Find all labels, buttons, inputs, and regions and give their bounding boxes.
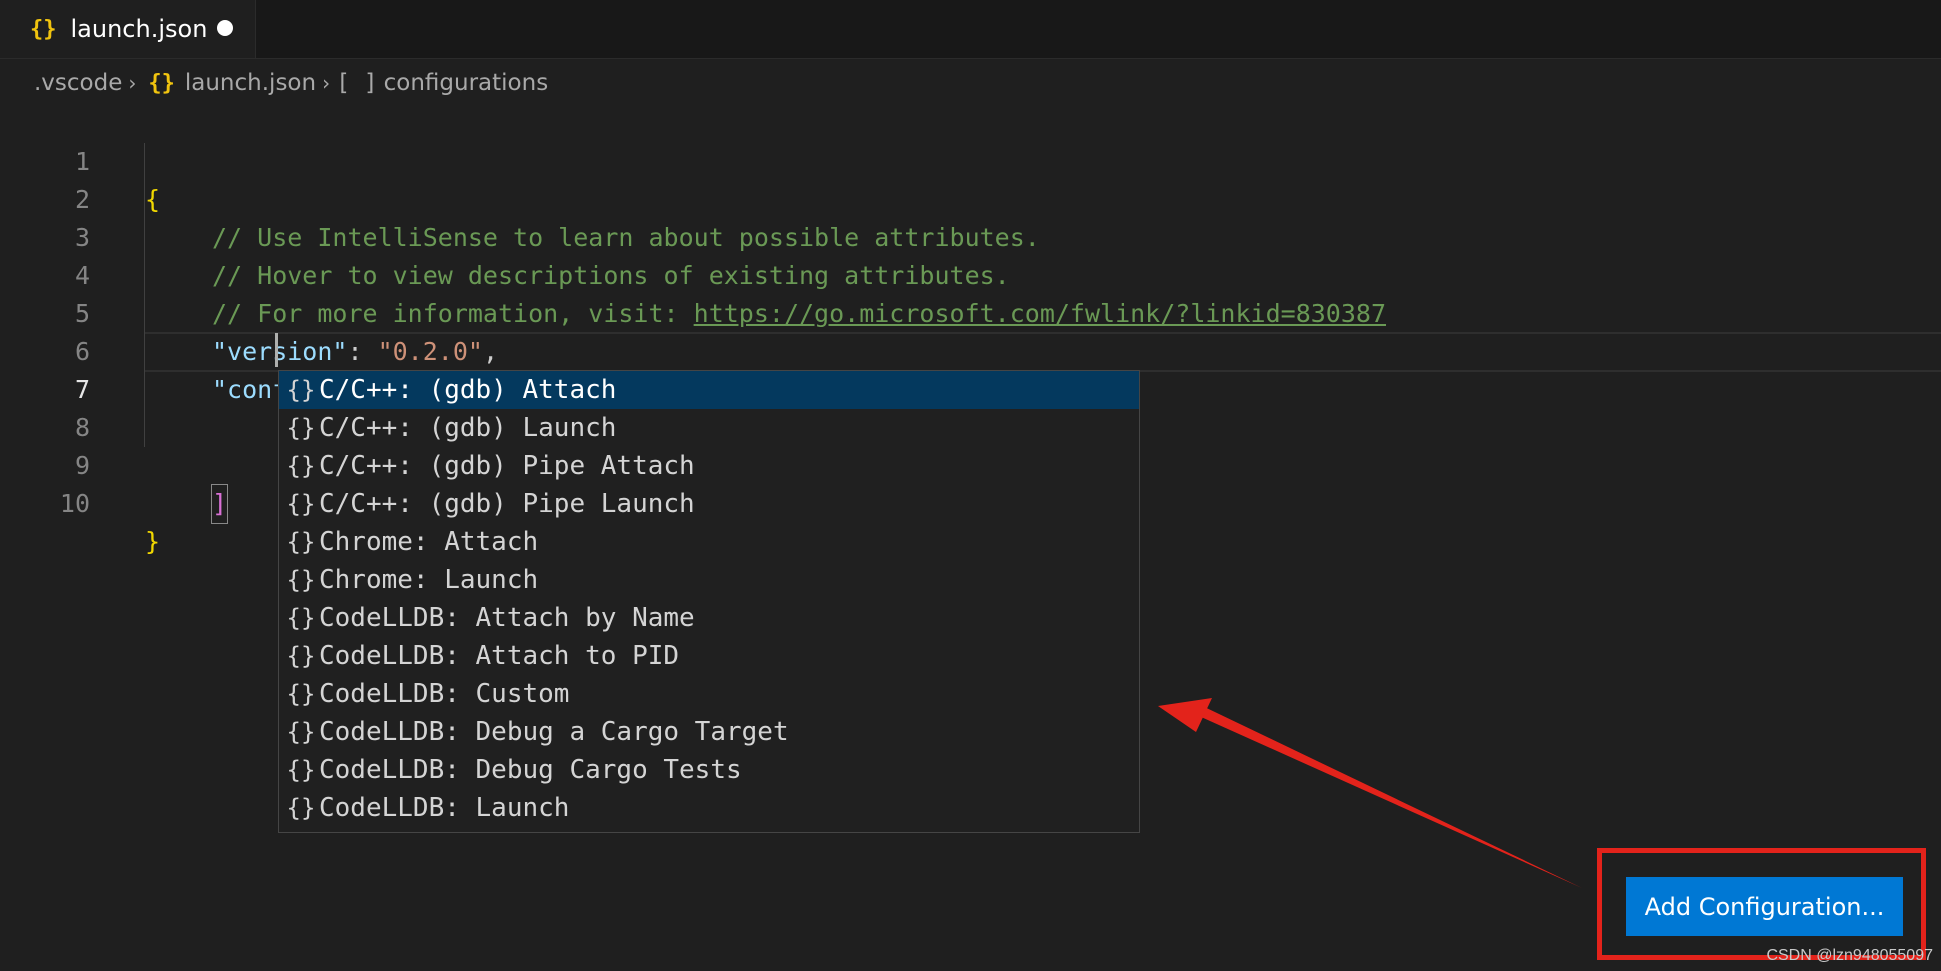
suggestion-item[interactable]: {} CodeLLDB: Launch [279, 789, 1139, 827]
suggestion-item[interactable]: {} CodeLLDB: Attach to PID [279, 637, 1139, 675]
suggestion-item[interactable]: {} CodeLLDB: Attach by Name [279, 599, 1139, 637]
suggestion-label: CodeLLDB: Attach by Name [319, 603, 695, 633]
suggestion-label: C/C++: (gdb) Launch [319, 413, 617, 443]
tab-bar: {} launch.json [0, 0, 1941, 59]
line-number: 10 [59, 489, 90, 518]
suggestion-item[interactable]: {} CodeLLDB: Custom [279, 675, 1139, 713]
breadcrumb: .vscode › {} launch.json › [ ] configura… [34, 64, 548, 102]
suggestion-label: CodeLLDB: Attach to PID [319, 641, 680, 671]
add-configuration-button[interactable]: Add Configuration... [1626, 877, 1903, 936]
suggestion-label: Chrome: Attach [319, 527, 539, 557]
suggestion-label: C/C++: (gdb) Attach [319, 375, 617, 405]
array-symbol-icon: [ ] [336, 70, 378, 96]
code-line: 5 "version": "0.2.0", [0, 257, 1941, 366]
suggestion-item[interactable]: {} Chrome: Launch [279, 561, 1139, 599]
breadcrumb-folder[interactable]: .vscode [34, 70, 122, 96]
json-file-icon: {} [148, 70, 175, 96]
snippet-braces-icon: {} [286, 794, 316, 822]
json-file-icon: {} [30, 16, 57, 42]
suggestion-item[interactable]: {} C/C++: (gdb) Attach [279, 371, 1139, 409]
code-line: 7 [0, 333, 1941, 404]
breadcrumb-file[interactable]: launch.json [185, 70, 316, 96]
suggestion-item[interactable]: {} C/C++: (gdb) Launch [279, 409, 1139, 447]
unsaved-dot-icon[interactable] [217, 20, 233, 36]
snippet-braces-icon: {} [286, 528, 316, 556]
suggestion-label: C/C++: (gdb) Pipe Attach [319, 451, 695, 481]
suggestion-item[interactable]: {} C/C++: (gdb) Pipe Attach [279, 447, 1139, 485]
chevron-right-icon: › [128, 71, 137, 95]
suggestion-item[interactable]: {} C/C++: (gdb) Pipe Launch [279, 485, 1139, 523]
tab-launch-json[interactable]: {} launch.json [0, 0, 256, 58]
text-cursor [275, 333, 278, 367]
suggestion-item[interactable]: {} Chrome: Attach [279, 523, 1139, 561]
snippet-braces-icon: {} [286, 490, 316, 518]
suggestion-item[interactable]: {} CodeLLDB: Debug a Cargo Target [279, 713, 1139, 751]
suggestion-item[interactable]: {} CodeLLDB: Debug Cargo Tests [279, 751, 1139, 789]
close-bracket: ] [210, 484, 229, 524]
chevron-right-icon: › [322, 71, 331, 95]
snippet-braces-icon: {} [286, 414, 316, 442]
code-line: 6 "configurations": [ [0, 295, 1941, 405]
snippet-braces-icon: {} [286, 604, 316, 632]
snippet-braces-icon: {} [286, 718, 316, 746]
breadcrumb-symbol[interactable]: configurations [384, 70, 549, 96]
snippet-braces-icon: {} [286, 566, 316, 594]
code-line: 4 // For more information, visit: https:… [0, 219, 1941, 328]
close-brace: } [145, 527, 161, 556]
watermark: CSDN @lzn948055097 [1766, 947, 1933, 964]
suggestion-label: C/C++: (gdb) Pipe Launch [319, 489, 695, 519]
code-line: 2 // Use IntelliSense to learn about pos… [0, 143, 1941, 252]
code-line: 1 { [0, 105, 1941, 214]
snippet-braces-icon: {} [286, 756, 316, 784]
suggestion-label: CodeLLDB: Launch [319, 793, 570, 823]
snippet-braces-icon: {} [286, 642, 316, 670]
snippet-braces-icon: {} [286, 452, 316, 480]
suggestion-list[interactable]: {} C/C++: (gdb) Attach{} C/C++: (gdb) Laun… [278, 370, 1140, 833]
suggestion-label: CodeLLDB: Custom [319, 679, 570, 709]
snippet-braces-icon: {} [286, 680, 316, 708]
suggestion-label: Chrome: Launch [319, 565, 539, 595]
code-line: 3 // Hover to view descriptions of exist… [0, 181, 1941, 290]
snippet-braces-icon: {} [286, 376, 316, 404]
suggestion-label: CodeLLDB: Debug a Cargo Target [319, 717, 789, 747]
suggestion-label: CodeLLDB: Debug Cargo Tests [319, 755, 742, 785]
tab-label: launch.json [70, 15, 208, 43]
